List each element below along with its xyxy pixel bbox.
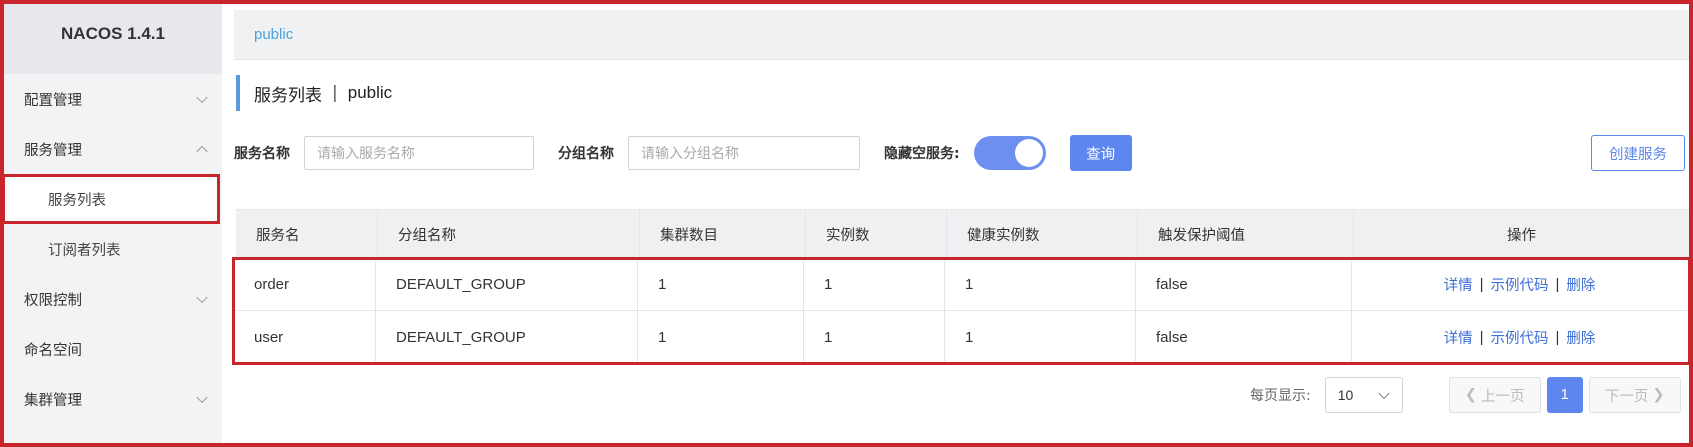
cell-actions: 详情 | 示例代码 | 删除 [1352,311,1687,363]
sidebar-item-label: 命名空间 [24,342,82,359]
chevron-right-icon: ❯ [1652,387,1665,403]
filter-bar: 服务名称 请输入服务名称 分组名称 请输入分组名称 隐藏空服务: 查询 创建服务 [234,135,1689,171]
sidebar-item-label: 权限控制 [24,292,82,309]
column-header: 健康实例数 [947,210,1138,258]
service-name-input[interactable]: 请输入服务名称 [304,136,534,170]
detail-link[interactable]: 详情 [1444,274,1473,295]
chevron-down-icon [196,291,208,304]
per-page-select[interactable]: 10 [1324,377,1403,413]
sample-code-link[interactable]: 示例代码 [1491,327,1549,348]
query-button[interactable]: 查询 [1069,135,1132,171]
brand-logo: NACOS 1.4.1 [4,4,222,74]
sidebar-item-label: 集群管理 [24,392,82,409]
action-separator: | [1555,276,1560,293]
cell-service-name: order [234,259,376,310]
cell-threshold: false [1136,311,1352,363]
create-service-button[interactable]: 创建服务 [1591,135,1685,171]
sidebar-item-label: 服务管理 [24,142,82,159]
column-header: 集群数目 [640,210,806,258]
table-header: 服务名 分组名称 集群数目 实例数 健康实例数 触发保护阈值 操作 [236,209,1689,259]
chevron-left-icon: ❮ [1464,387,1478,403]
namespace-bar: public [234,10,1689,60]
column-header: 触发保护阈值 [1138,210,1354,258]
next-page-label: 下一页 [1604,388,1649,405]
delete-link[interactable]: 删除 [1566,274,1595,295]
column-header: 操作 [1507,227,1536,244]
sidebar-item-label: 订阅者列表 [48,242,121,259]
cell-instances: 1 [804,259,945,310]
chevron-down-icon [196,91,208,104]
group-name-input[interactable]: 请输入分组名称 [628,136,860,170]
sidebar-item-cluster[interactable]: 集群管理 [4,374,222,424]
cell-actions: 详情 | 示例代码 | 删除 [1352,259,1687,310]
per-page-label: 每页显示: [1250,388,1311,404]
chevron-down-icon [1378,387,1390,400]
title-separator: | [332,83,338,103]
page-title-namespace: public [347,83,393,102]
table-row: order DEFAULT_GROUP 1 1 1 false 详情 | 示例代… [234,259,1689,311]
toggle-knob [1014,139,1043,167]
cell-group: DEFAULT_GROUP [376,311,638,363]
cell-threshold: false [1136,259,1352,310]
cell-instances: 1 [804,311,945,363]
prev-page-label: 上一页 [1481,388,1525,405]
cell-clusters: 1 [638,311,804,363]
sidebar-item-permissions[interactable]: 权限控制 [4,274,222,324]
namespace-tab-public[interactable]: public [254,26,293,43]
sidebar-item-service[interactable]: 服务管理 [4,124,222,174]
chevron-down-icon [196,391,208,404]
column-header: 分组名称 [378,210,640,258]
sidebar-item-service-list[interactable]: 服务列表 [2,174,220,224]
detail-link[interactable]: 详情 [1444,327,1473,348]
page-title: 服务列表 | public [236,75,392,111]
action-separator: | [1479,328,1484,346]
cell-service-name: user [234,311,376,363]
cell-clusters: 1 [638,259,804,310]
service-name-label: 服务名称 [234,146,290,162]
delete-link[interactable]: 删除 [1566,327,1595,348]
hide-empty-toggle[interactable] [973,136,1046,170]
sidebar-item-label: 配置管理 [24,92,82,109]
column-header: 实例数 [806,210,947,258]
chevron-up-icon [196,145,208,158]
action-separator: | [1555,328,1560,346]
sidebar: NACOS 1.4.1 配置管理 服务管理 服务列表 订阅者列表 权限控制 命名… [2,4,222,443]
sidebar-item-config[interactable]: 配置管理 [4,74,222,124]
per-page-value: 10 [1337,387,1354,403]
page-title-text: 服务列表 [254,85,322,106]
sidebar-item-subscribers[interactable]: 订阅者列表 [4,224,222,274]
pagination: 每页显示: 10 ❮ 上一页 1 下一页 ❯ [1250,377,1681,413]
sample-code-link[interactable]: 示例代码 [1491,274,1549,295]
cell-healthy: 1 [945,259,1136,310]
table-row: user DEFAULT_GROUP 1 1 1 false 详情 | 示例代码… [234,311,1689,363]
group-name-label: 分组名称 [558,146,614,162]
sidebar-menu: 配置管理 服务管理 服务列表 订阅者列表 权限控制 命名空间 集群管理 [2,74,222,424]
sidebar-item-label: 服务列表 [48,192,106,209]
cell-healthy: 1 [945,311,1136,363]
prev-page-button[interactable]: ❮ 上一页 [1448,377,1541,413]
sidebar-item-namespace[interactable]: 命名空间 [4,324,222,374]
column-header: 服务名 [236,210,378,258]
action-separator: | [1479,276,1484,293]
hide-empty-label: 隐藏空服务: [884,146,960,162]
table-body: order DEFAULT_GROUP 1 1 1 false 详情 | 示例代… [232,257,1691,365]
cell-group: DEFAULT_GROUP [376,259,638,310]
service-table: 服务名 分组名称 集群数目 实例数 健康实例数 触发保护阈值 操作 order … [232,209,1691,365]
next-page-button[interactable]: 下一页 ❯ [1588,377,1681,413]
page-number-current[interactable]: 1 [1546,377,1583,413]
